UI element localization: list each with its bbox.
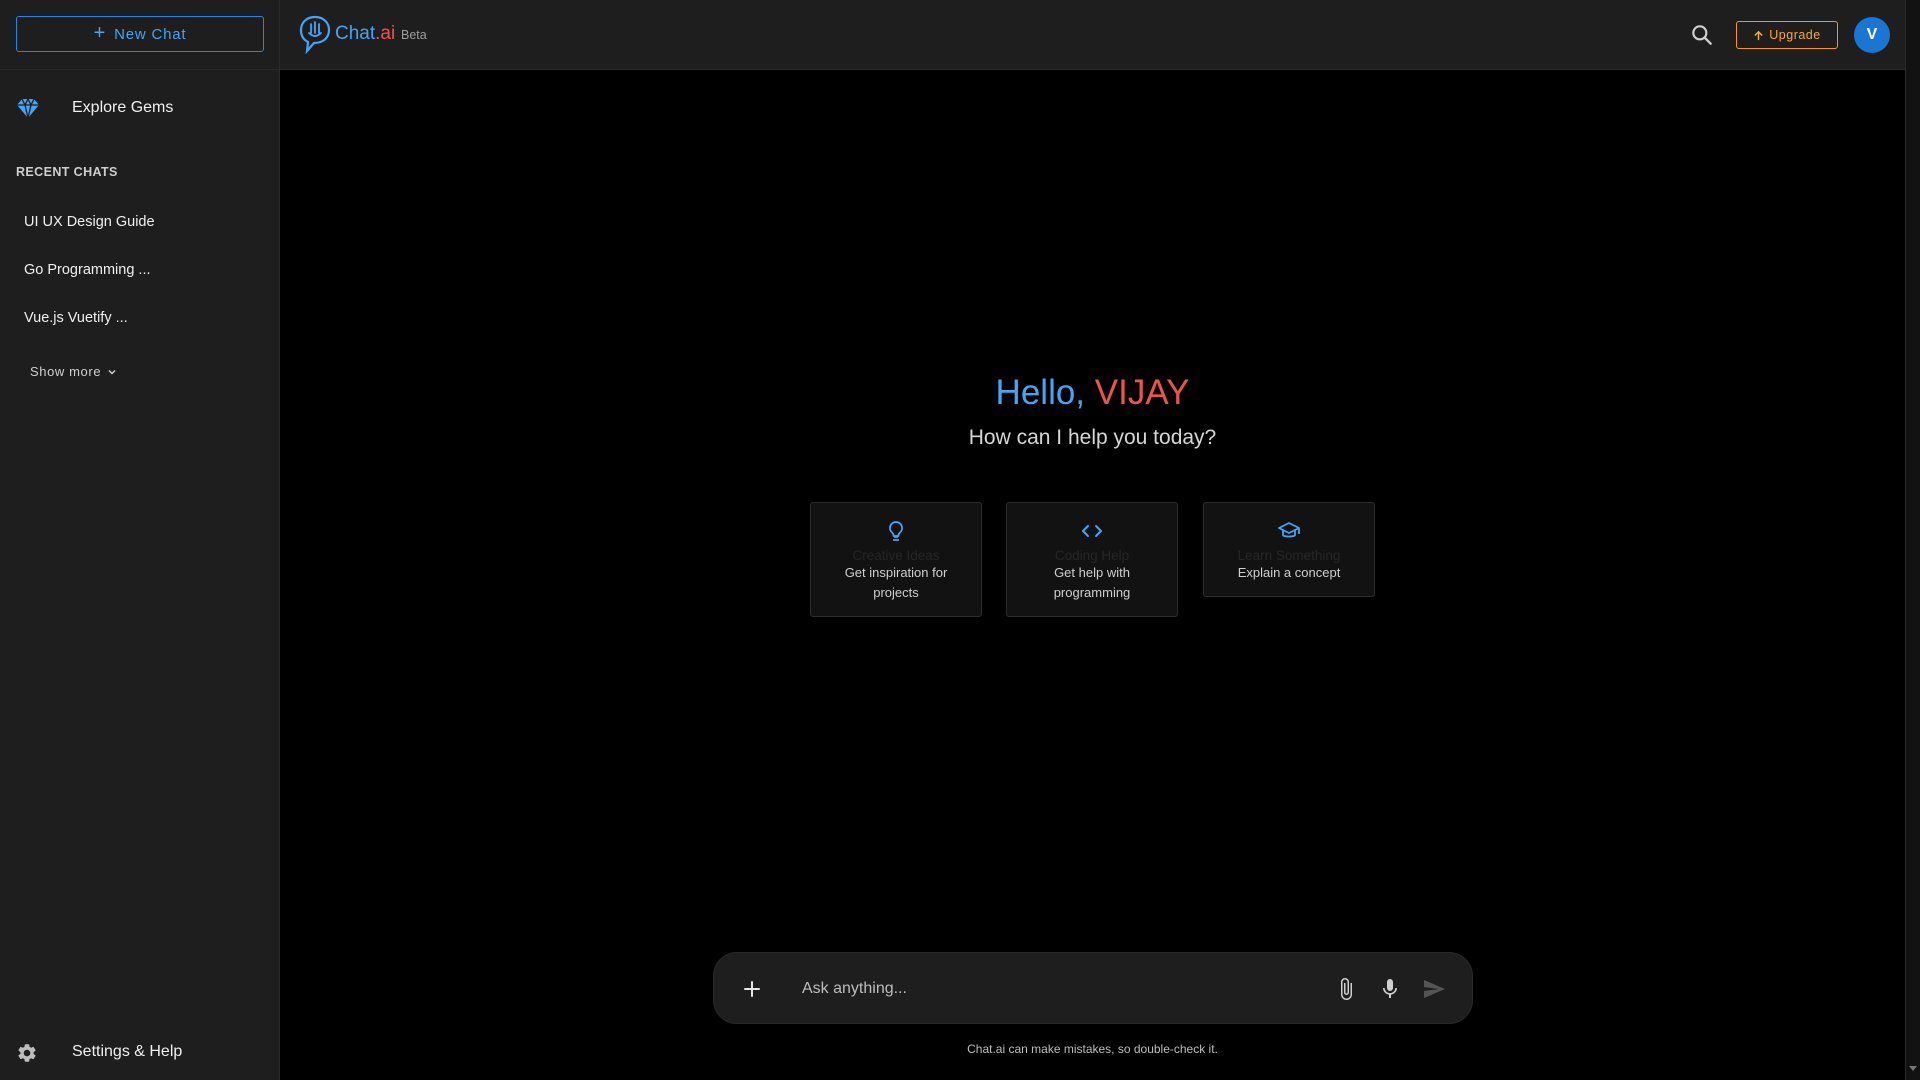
sidebar: + New Chat Explore Gems RECENT CHATS UI … — [0, 0, 280, 1080]
settings-help-item[interactable]: Settings & Help — [0, 1032, 280, 1072]
suggestion-card-coding[interactable]: Coding Help Get help with programming — [1006, 502, 1178, 617]
card-title: Learn Something — [1237, 548, 1341, 563]
top-bar: Chat.ai Beta Upgrade V — [280, 0, 1905, 70]
graduation-cap-icon — [1278, 522, 1300, 538]
arrow-up-icon — [1754, 30, 1763, 40]
send-icon[interactable] — [1422, 977, 1446, 1001]
plus-icon[interactable] — [740, 977, 764, 1001]
card-description: Get help with programming — [1053, 565, 1131, 600]
chevron-down-icon — [108, 369, 116, 375]
composer — [713, 952, 1473, 1024]
gear-icon — [18, 1044, 36, 1062]
lightbulb-icon — [889, 521, 903, 541]
upgrade-button[interactable]: Upgrade — [1736, 21, 1838, 49]
scroll-down-arrow-icon[interactable] — [1909, 1066, 1917, 1071]
scrollbar[interactable] — [1905, 0, 1920, 1080]
microphone-icon[interactable] — [1378, 977, 1402, 1001]
suggestion-card-learn[interactable]: Learn Something Explain a concept — [1203, 502, 1375, 597]
recent-chat-item[interactable]: Go Programming ... — [24, 262, 151, 278]
explore-gems-label: Explore Gems — [72, 99, 174, 116]
card-description: Explain a concept — [1237, 565, 1341, 580]
greeting-subtitle: How can I help you today? — [968, 426, 1217, 449]
brand-name: Chat.ai — [335, 23, 395, 45]
upgrade-label: Upgrade — [1769, 28, 1821, 42]
card-description: Get inspiration for projects — [844, 565, 948, 600]
search-icon[interactable] — [1689, 22, 1715, 48]
new-chat-button[interactable]: + New Chat — [16, 16, 264, 52]
new-chat-label: New Chat — [114, 25, 187, 43]
brand-part2: .ai — [375, 23, 396, 44]
plus-icon: + — [93, 22, 107, 44]
greeting-name: VIJAY — [1094, 373, 1190, 412]
settings-help-label: Settings & Help — [72, 1043, 183, 1060]
greeting: Hello, VIJAY — [280, 373, 1905, 413]
beta-badge: Beta — [401, 28, 427, 42]
avatar[interactable]: V — [1854, 17, 1890, 53]
brand-part1: Chat — [335, 23, 376, 44]
explore-gems-item[interactable]: Explore Gems — [0, 88, 280, 128]
show-more-button[interactable]: Show more — [30, 364, 117, 379]
recent-chat-item[interactable]: Vue.js Vuetify ... — [24, 310, 128, 326]
card-title: Coding Help — [1054, 548, 1130, 563]
greeting-hello: Hello, — [995, 373, 1086, 412]
gem-icon — [17, 97, 39, 119]
recent-chat-item[interactable]: UI UX Design Guide — [24, 214, 155, 230]
chat-input[interactable] — [800, 973, 1320, 1005]
recent-chats-heading: RECENT CHATS — [16, 165, 118, 179]
chat-logo-icon[interactable] — [298, 14, 332, 54]
paperclip-icon[interactable] — [1334, 977, 1358, 1001]
disclaimer-text: Chat.ai can make mistakes, so double-che… — [967, 1042, 1218, 1056]
show-more-label: Show more — [30, 364, 102, 379]
sidebar-divider — [0, 69, 280, 70]
suggestion-card-creative[interactable]: Creative Ideas Get inspiration for proje… — [810, 502, 982, 617]
code-icon — [1082, 525, 1102, 537]
card-title: Creative Ideas — [852, 548, 940, 563]
